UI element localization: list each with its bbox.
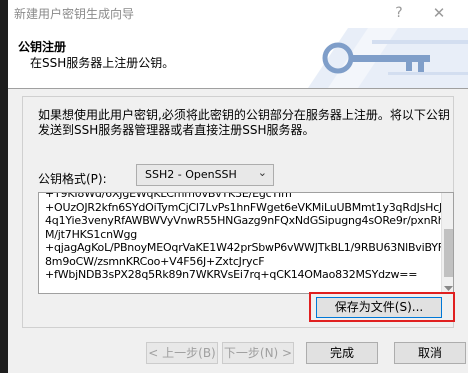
- cancel-button[interactable]: 取消: [394, 342, 466, 364]
- save-to-file-button[interactable]: 保存为文件(S)...: [316, 297, 442, 318]
- scrollbar-thumb[interactable]: [444, 229, 453, 277]
- wizard-window: 新建用户密钥生成向导 ? ✕ 公钥注册 在SSH服务器上注册公钥。 如果想使用此…: [8, 0, 468, 373]
- next-button[interactable]: 下一步(N) >: [222, 342, 294, 364]
- public-key-text: +T9KI8Wd/6XJgEWqKLCmm0vBvYK3E/EgcTIm +OU…: [45, 192, 454, 281]
- title-bar: 新建用户密钥生成向导 ? ✕: [8, 0, 468, 28]
- page-title: 公钥注册: [18, 40, 67, 54]
- format-label: 公钥格式(P):: [38, 172, 107, 186]
- format-select[interactable]: SSH2 - OpenSSH ⌄: [136, 164, 274, 186]
- background-strip: [0, 0, 8, 373]
- page-subtitle: 在SSH服务器上注册公钥。: [30, 56, 175, 70]
- window-title: 新建用户密钥生成向导: [14, 7, 135, 21]
- description-text: 如果想使用此用户密钥,必须将此密钥的公钥部分在服务器上注册。将以下公钥发送到SS…: [38, 108, 450, 137]
- finish-button[interactable]: 完成: [306, 342, 378, 364]
- vertical-scrollbar[interactable]: [441, 193, 453, 293]
- close-button[interactable]: ✕: [424, 1, 454, 25]
- key-icon: [308, 28, 468, 88]
- format-select-value: SSH2 - OpenSSH: [145, 168, 237, 181]
- wizard-header: 公钥注册 在SSH服务器上注册公钥。: [8, 28, 468, 89]
- back-button[interactable]: < 上一步(B): [146, 342, 218, 364]
- help-button[interactable]: ?: [384, 1, 414, 25]
- chevron-down-icon: ⌄: [257, 166, 267, 179]
- public-key-textarea[interactable]: +T9KI8Wd/6XJgEWqKLCmm0vBvYK3E/EgcTIm +OU…: [38, 192, 454, 294]
